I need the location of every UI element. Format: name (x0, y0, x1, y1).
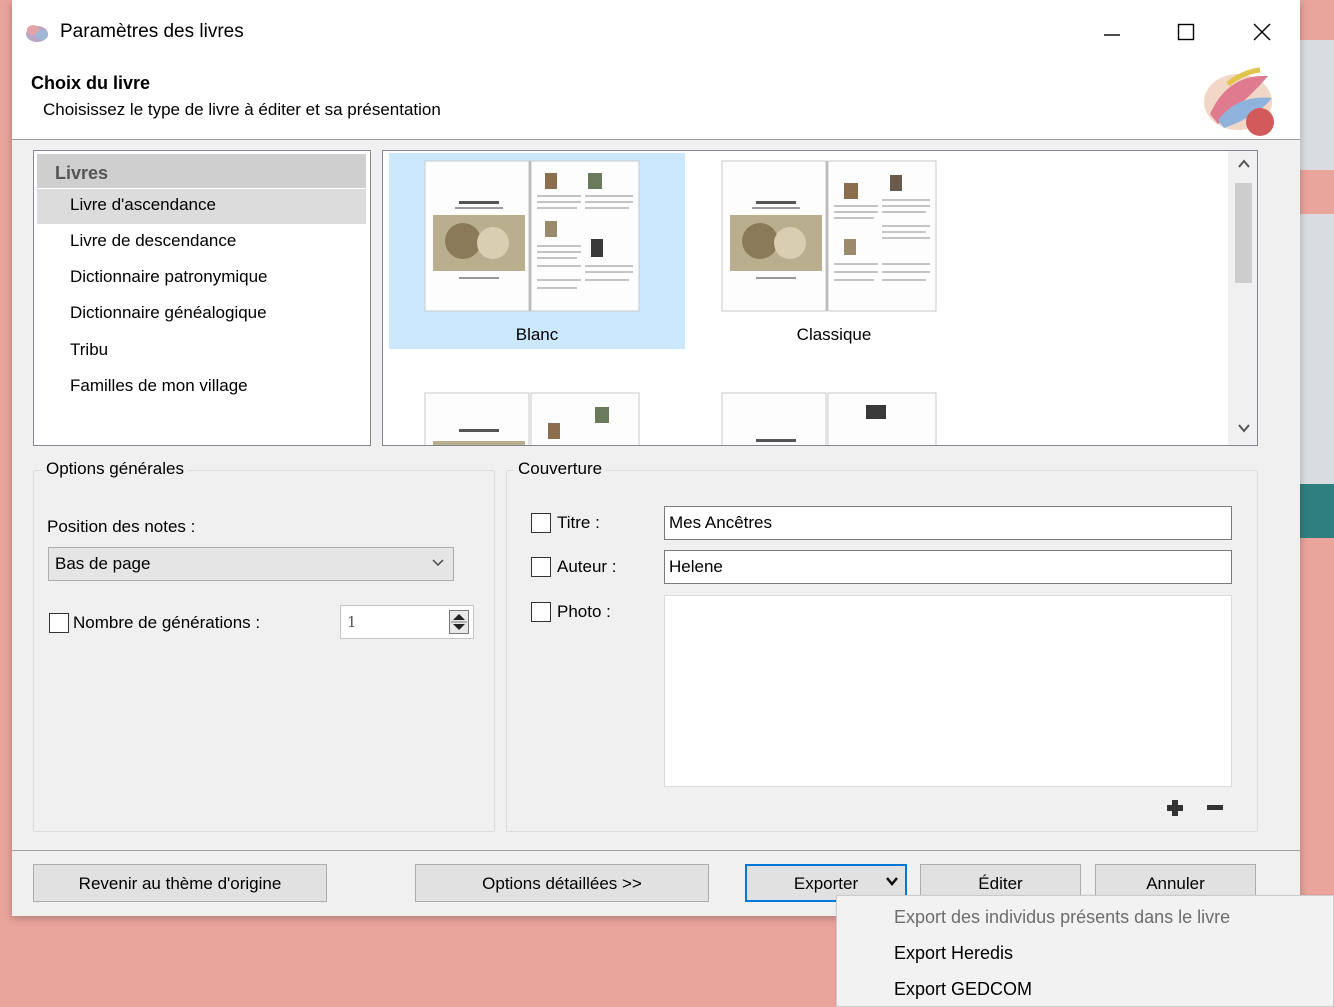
photo-area[interactable] (664, 595, 1232, 787)
maximize-icon (1177, 23, 1195, 41)
generations-label: Nombre de générations : (73, 613, 261, 632)
export-menu: Export des individus présents dans le li… (836, 895, 1334, 1007)
theme-thumbnail-blanc[interactable]: Blanc (389, 153, 685, 349)
reset-theme-button[interactable]: Revenir au thème d'origine (33, 864, 327, 902)
background-app-left (0, 0, 12, 1007)
dropdown-arrow-icon (885, 874, 899, 891)
scroll-down-icon[interactable] (1235, 421, 1253, 439)
title-field[interactable]: Mes Ancêtres (664, 506, 1232, 540)
menu-item-export-gedcom[interactable]: Export GEDCOM (894, 979, 1032, 1000)
maximize-button[interactable] (1166, 14, 1206, 50)
generations-stepper[interactable]: 1 (340, 605, 474, 639)
close-icon (1253, 23, 1271, 41)
generations-value: 1 (347, 613, 357, 631)
theme-thumbnail-classique[interactable]: Classique (686, 153, 982, 349)
photo-checkbox[interactable] (531, 602, 551, 622)
generations-checkbox[interactable] (49, 613, 69, 633)
heredis-logo-icon (1204, 67, 1274, 136)
scroll-up-icon[interactable] (1235, 157, 1253, 175)
book-preview-image (424, 160, 640, 312)
background-teal-bar (1300, 484, 1334, 538)
background-panel-2 (1300, 214, 1334, 484)
notes-position-select[interactable]: Bas de page (48, 547, 454, 581)
header-title: Choix du livre (31, 73, 151, 93)
theme-thumbnail[interactable] (686, 385, 982, 445)
photo-label: Photo : (557, 602, 611, 621)
theme-label: Classique (796, 325, 872, 344)
close-button[interactable] (1242, 14, 1282, 50)
background-panel (1300, 40, 1334, 170)
scroll-thumb[interactable] (1235, 183, 1252, 283)
cover-group: Couverture Titre : Mes Ancêtres Auteur :… (506, 459, 1258, 832)
theme-gallery: Blanc Classique (382, 150, 1258, 446)
dialog-header: Choix du livre Choisissez le type de liv… (12, 64, 1300, 140)
book-settings-dialog: Paramètres des livres Choix du livre Cho… (12, 0, 1300, 916)
app-icon (26, 25, 48, 42)
title-bar: Paramètres des livres (12, 0, 1300, 64)
chevron-down-icon (432, 559, 444, 567)
theme-thumbnail[interactable] (389, 385, 685, 445)
list-item[interactable]: Familles de mon village (37, 370, 366, 405)
author-checkbox[interactable] (531, 557, 551, 577)
list-item[interactable]: Livre d'ascendance (37, 189, 366, 224)
title-checkbox[interactable] (531, 513, 551, 533)
author-field[interactable]: Helene (664, 550, 1232, 584)
list-item[interactable]: Tribu (37, 334, 366, 369)
list-header: Livres (37, 154, 366, 188)
theme-scrollbar[interactable] (1228, 151, 1257, 445)
general-options-group: Options générales Position des notes : B… (33, 459, 495, 832)
group-label: Couverture (514, 459, 607, 479)
stepper-arrows-icon[interactable] (449, 610, 469, 634)
book-type-list: Livres Livre d'ascendance Livre de desce… (33, 150, 371, 446)
notes-position-label: Position des notes : (47, 517, 196, 536)
menu-item-export-individuals[interactable]: Export des individus présents dans le li… (894, 907, 1230, 928)
group-label: Options générales (42, 459, 188, 479)
title-label: Titre : (557, 513, 600, 532)
list-item[interactable]: Livre de descendance (37, 225, 366, 260)
book-preview-image (424, 392, 640, 445)
menu-item-export-heredis[interactable]: Export Heredis (894, 943, 1013, 964)
export-button-label: Exporter (793, 874, 859, 893)
bottom-separator (12, 850, 1300, 851)
window-title: Paramètres des livres (60, 21, 244, 42)
notes-position-value: Bas de page (55, 554, 151, 573)
theme-label: Blanc (515, 325, 559, 344)
header-subtitle: Choisissez le type de livre à éditer et … (43, 100, 441, 119)
book-preview-image (721, 160, 937, 312)
list-item[interactable]: Dictionnaire patronymique (37, 261, 366, 296)
author-label: Auteur : (557, 557, 617, 576)
add-photo-icon[interactable] (1165, 798, 1185, 818)
minimize-icon (1104, 34, 1120, 36)
list-item[interactable]: Dictionnaire généalogique (37, 297, 366, 332)
minimize-button[interactable] (1092, 14, 1132, 50)
book-preview-image (721, 392, 937, 445)
remove-photo-icon[interactable] (1205, 798, 1225, 818)
detailed-options-button[interactable]: Options détaillées >> (415, 864, 709, 902)
